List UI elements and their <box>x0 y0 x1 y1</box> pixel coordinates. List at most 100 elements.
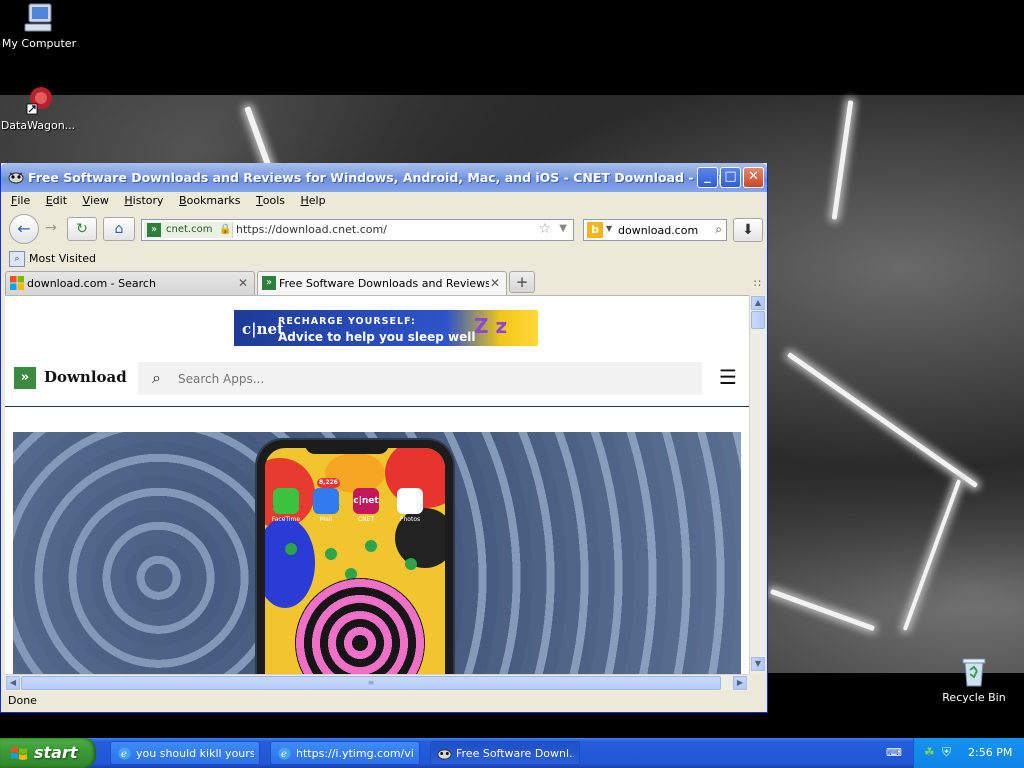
vertical-scroll-thumb[interactable] <box>751 311 765 329</box>
bing-icon[interactable]: b <box>587 222 603 238</box>
app-label: FaceTime <box>271 516 301 523</box>
tab-cnet-download[interactable]: » Free Software Downloads and Reviews f.… <box>257 271 507 295</box>
clock[interactable]: 2:56 PM <box>968 746 1012 759</box>
lightning-bolt <box>786 351 979 489</box>
horizontal-scroll-thumb[interactable]: ≡ <box>21 676 721 690</box>
tab-bar: download.com - Search ✕ » Free Software … <box>5 271 763 295</box>
search-icon: ⌕ <box>152 368 161 387</box>
site-identity-button[interactable]: » cnet.com 🔒 <box>144 222 233 238</box>
desktop-icon-my-computer[interactable]: My Computer <box>0 2 79 50</box>
start-label: start <box>34 743 78 762</box>
menu-view[interactable]: View <box>77 192 115 209</box>
taskbar-item-label: Free Software Downl... <box>456 747 574 760</box>
app-label: Mail <box>319 516 333 523</box>
lightning-bolt <box>769 588 876 632</box>
cnet-download-favicon: » <box>147 223 161 237</box>
tab-label: Free Software Downloads and Reviews f... <box>279 277 489 290</box>
lock-icon: 🔒 <box>219 224 232 235</box>
hero-image[interactable]: 8,226 c|net FaceTime Mail CNET Photos <box>13 432 741 675</box>
menu-history[interactable]: History <box>118 192 169 209</box>
download-logo-icon[interactable]: » <box>14 367 36 389</box>
mail-app-icon: 8,226 <box>313 478 340 514</box>
menu-edit[interactable]: Edit <box>40 192 73 209</box>
minimize-icon: _ <box>704 169 711 184</box>
scroll-right-icon[interactable]: ▶ <box>733 676 747 690</box>
downloads-button[interactable]: ⬇ <box>733 218 763 242</box>
taskbar-item-ie-2[interactable]: e https://i.ytimg.com/vi... <box>270 741 420 765</box>
recycle-bin-icon <box>957 656 991 688</box>
scroll-down-icon[interactable]: ▼ <box>751 657 765 671</box>
arrow-right-icon: → <box>45 220 57 236</box>
minimize-button[interactable]: _ <box>697 167 718 188</box>
site-search-input[interactable] <box>176 368 680 390</box>
site-brand[interactable]: Download <box>44 368 127 386</box>
app-label: Photos <box>399 516 421 523</box>
bookmark-star-icon[interactable]: ☆ <box>538 221 551 237</box>
taskbar: start e you should kikll yours... e http… <box>0 738 1024 768</box>
tab-close-icon[interactable]: ✕ <box>490 276 500 290</box>
horizontal-scrollbar[interactable]: ◀ ≡ ▶ <box>5 674 749 691</box>
system-tray: ☘ ⛨ 2:56 PM <box>913 738 1024 768</box>
bookmark-most-visited[interactable]: Most Visited <box>29 252 96 265</box>
back-button[interactable]: ← <box>9 214 39 244</box>
menu-bookmarks[interactable]: Bookmarks <box>173 192 246 209</box>
taskbar-item-mypal[interactable]: Free Software Downl... <box>430 741 580 765</box>
home-icon: ⌂ <box>114 221 124 237</box>
taskbar-item-label: https://i.ytimg.com/vi... <box>296 747 414 760</box>
vertical-scrollbar[interactable]: ▲ ▼ <box>749 295 766 674</box>
new-tab-button[interactable]: + <box>509 271 535 293</box>
desktop-icon-label: Recycle Bin <box>942 691 1006 704</box>
ad-subline: Advice to help you sleep well <box>278 330 476 344</box>
scroll-up-icon[interactable]: ▲ <box>751 296 765 310</box>
start-button[interactable]: start <box>0 738 96 768</box>
search-engine-dropdown-icon[interactable]: ▼ <box>606 224 612 233</box>
cnet-app-icon: c|net <box>353 488 379 514</box>
close-button[interactable]: ✕ <box>743 167 764 188</box>
taskbar-item-ie-1[interactable]: e you should kikll yours... <box>110 741 260 765</box>
reload-icon: ↻ <box>76 221 88 237</box>
menu-tools[interactable]: Tools <box>250 192 291 209</box>
ad-banner[interactable]: c|net RECHARGE YOURSELF: Advice to help … <box>234 310 538 346</box>
tab-download-search[interactable]: download.com - Search ✕ <box>5 271 255 295</box>
photos-app-icon <box>397 488 423 514</box>
security-icon[interactable]: ⛨ <box>942 745 951 760</box>
close-icon: ✕ <box>748 169 759 184</box>
site-search-box[interactable]: ⌕ <box>138 362 702 395</box>
arrow-left-icon: ← <box>17 219 31 238</box>
svg-text:e: e <box>281 749 287 760</box>
url-dropdown-icon[interactable]: ▼ <box>559 223 567 234</box>
menu-file[interactable]: File <box>5 192 36 209</box>
browser-window: Free Software Downloads and Reviews for … <box>0 163 768 713</box>
menu-bar: File Edit View History Bookmarks Tools H… <box>5 192 763 210</box>
windows-logo-icon <box>10 276 24 290</box>
keyboard-icon[interactable]: ⌨ <box>886 746 902 760</box>
hamburger-menu-icon[interactable]: ☰ <box>719 365 737 389</box>
phone-screen: 8,226 c|net FaceTime Mail CNET Photos <box>265 448 445 675</box>
scroll-left-icon[interactable]: ◀ <box>6 676 20 690</box>
maximize-button[interactable]: □ <box>720 167 741 188</box>
cnet-download-favicon: » <box>262 276 276 290</box>
search-icon[interactable]: ⌕ <box>715 222 722 237</box>
phone-notch <box>305 440 389 454</box>
window-titlebar[interactable]: Free Software Downloads and Reviews for … <box>1 163 767 192</box>
ie-icon: e <box>278 747 291 760</box>
lightning-bolt <box>831 100 854 220</box>
search-bar[interactable]: b ▼ download.com ⌕ <box>583 219 727 241</box>
search-input[interactable]: download.com <box>618 224 698 237</box>
bookmarks-toolbar: ⌕ Most Visited <box>5 249 763 269</box>
forward-button[interactable]: → <box>39 217 63 241</box>
site-header: » Download ⌕ ☰ <box>5 358 749 407</box>
desktop-icon-datawagon[interactable]: DataWagon... <box>0 84 78 132</box>
url-bar[interactable]: » cnet.com 🔒 https://download.cnet.com/ … <box>141 219 574 241</box>
navigation-toolbar: ← → ↻ ⌂ » cnet.com 🔒 https://download.cn… <box>5 213 763 245</box>
menu-help[interactable]: Help <box>295 192 332 209</box>
tab-close-icon[interactable]: ✕ <box>238 276 248 290</box>
desktop-icon-recycle-bin[interactable]: Recycle Bin <box>934 656 1014 704</box>
home-button[interactable]: ⌂ <box>103 217 135 241</box>
desktop-icon-label: DataWagon... <box>0 119 76 132</box>
reload-button[interactable]: ↻ <box>67 217 97 241</box>
list-all-tabs-icon[interactable]: ∷ <box>754 277 761 290</box>
url-text: https://download.cnet.com/ <box>236 223 387 236</box>
windows-flag-icon <box>11 747 27 760</box>
network-icon[interactable]: ☘ <box>924 745 935 759</box>
